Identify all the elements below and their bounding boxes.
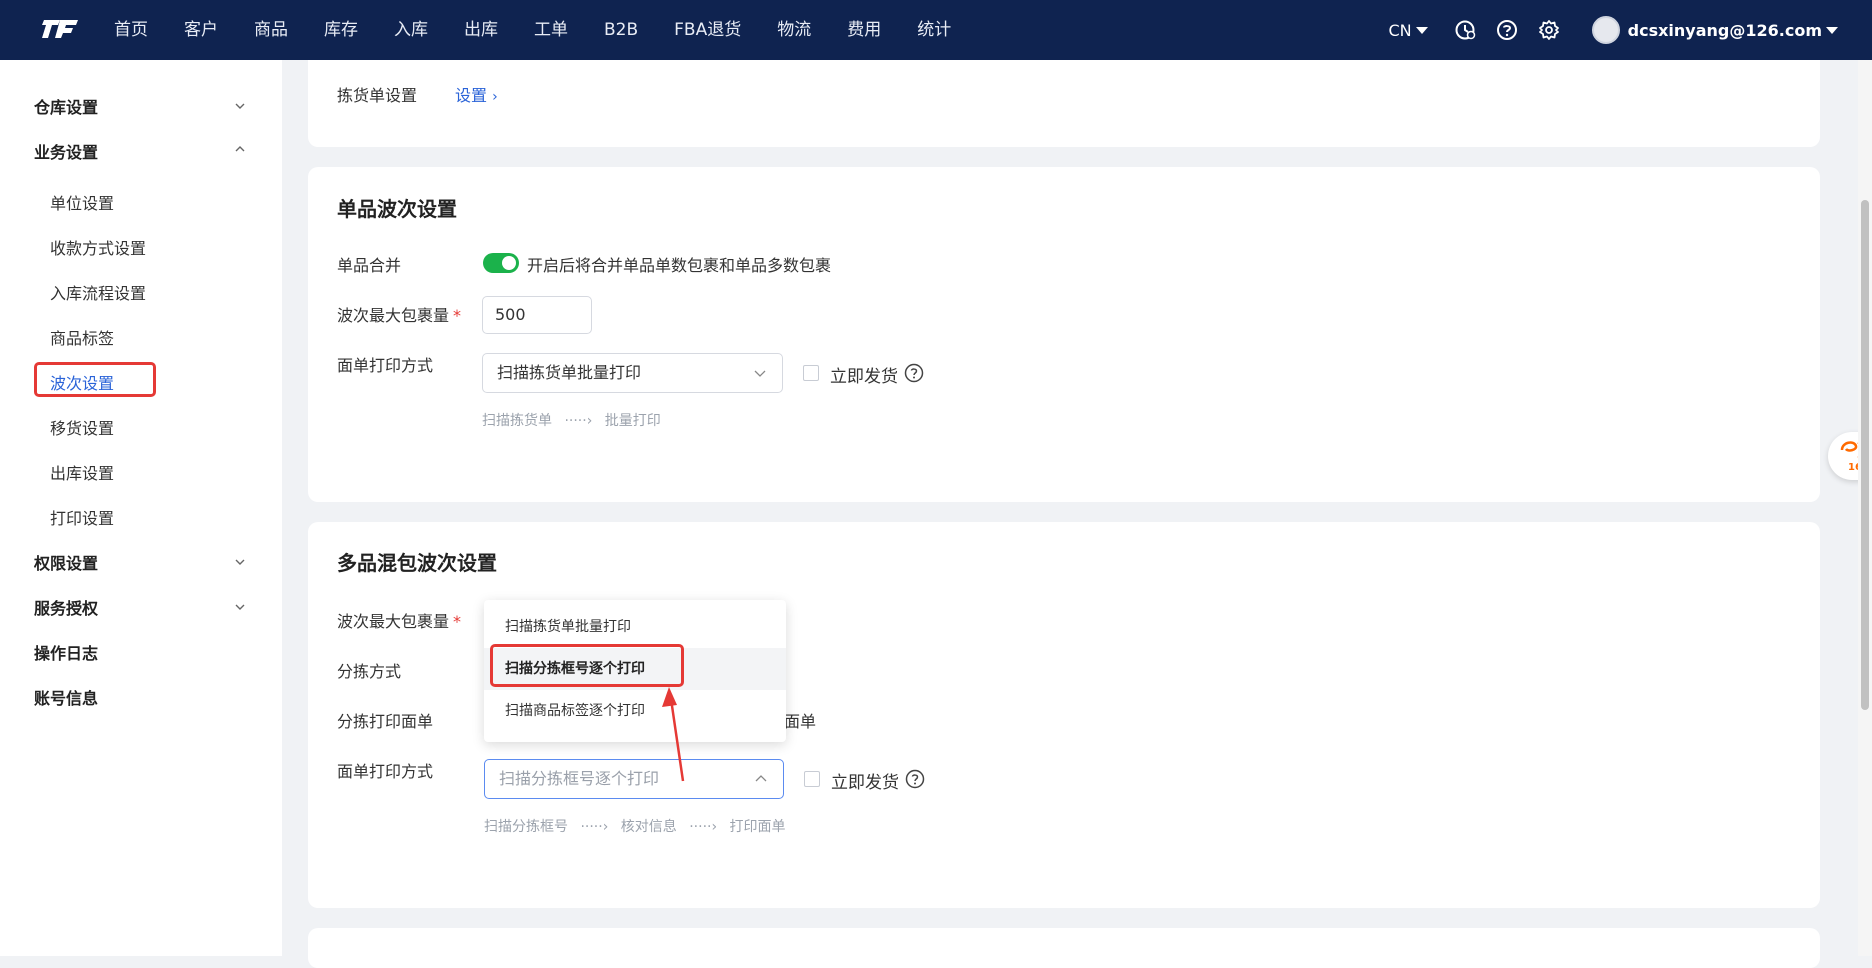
chevron-up-icon — [755, 775, 767, 782]
multi-flow-step-2: 核对信息 — [620, 819, 677, 835]
single-merge-toggle[interactable] — [483, 253, 519, 273]
single-flow-step-2: 批量打印 — [604, 413, 661, 429]
annotation-arrow — [662, 687, 685, 782]
picklist-settings-card: 拣货单设置 设置 › — [308, 60, 1820, 147]
multi-ship-now-label: 立即发货 — [831, 773, 899, 793]
single-max-packages-input[interactable]: 500 — [482, 296, 592, 334]
single-merge-description: 开启后将合并单品单数包裹和单品多数包裹 — [527, 256, 832, 275]
chevron-up-icon — [235, 146, 245, 152]
sidebar-item-outbound-settings[interactable]: 出库设置 — [50, 460, 114, 484]
multi-max-packages-label: 波次最大包裹量 * — [337, 608, 461, 632]
single-max-packages-label: 波次最大包裹量 * — [337, 302, 461, 326]
sidebar-group-warehouse-settings[interactable]: 仓库设置 — [34, 94, 98, 118]
nav-statistics[interactable]: 统计 — [899, 0, 969, 60]
multi-sort-print-tail: 面单 — [784, 712, 817, 731]
nav-outbound[interactable]: 出库 — [446, 0, 516, 60]
multi-flow-step-1: 扫描分拣框号 — [484, 819, 568, 835]
dotted-arrow-icon: ·····› — [580, 819, 609, 835]
sidebar-item-payment-settings[interactable]: 收款方式设置 — [50, 235, 146, 259]
chevron-down-icon — [235, 103, 245, 109]
sidebar-item-unit-settings[interactable]: 单位设置 — [50, 190, 114, 214]
multi-print-method-placeholder: 扫描分拣框号逐个打印 — [499, 769, 660, 788]
chevron-down-icon — [235, 604, 245, 610]
nav-logistics[interactable]: 物流 — [759, 0, 829, 60]
multi-flow-step-3: 打印面单 — [729, 819, 786, 835]
single-ship-now-label: 立即发货 — [830, 367, 898, 387]
nav-workorders[interactable]: 工单 — [516, 0, 586, 60]
highlight-box — [490, 644, 684, 687]
multi-print-method-select[interactable]: 扫描分拣框号逐个打印 — [484, 759, 784, 799]
sidebar-item-inbound-flow-settings[interactable]: 入库流程设置 — [50, 280, 146, 304]
page-scrollbar-thumb[interactable] — [1861, 200, 1869, 710]
dropdown-option[interactable]: 扫描拣货单批量打印 — [484, 606, 786, 648]
chevron-right-icon: › — [492, 89, 498, 105]
sidebar-item-print-settings[interactable]: 打印设置 — [50, 505, 114, 529]
caret-down-icon — [1826, 26, 1838, 34]
sidebar-item-wave-settings[interactable]: 波次设置 — [50, 370, 114, 394]
single-wave-title: 单品波次设置 — [337, 197, 457, 221]
top-navigation-bar: 首页 客户 商品 库存 入库 出库 工单 B2B FBA退货 物流 费用 统计 … — [0, 0, 1872, 60]
help-icon[interactable] — [904, 363, 924, 383]
user-menu[interactable]: dcsxinyang@126.com — [1591, 16, 1838, 44]
multi-flow-hint: 扫描分拣框号 ·····› 核对信息 ·····› 打印面单 — [484, 816, 786, 836]
required-mark: * — [453, 612, 462, 631]
dotted-arrow-icon: ·····› — [689, 819, 718, 835]
sidebar: 仓库设置 业务设置 单位设置 收款方式设置 入库流程设置 商品标签 波次设置 移… — [0, 60, 282, 956]
picklist-label: 拣货单设置 — [337, 86, 418, 105]
app-logo[interactable] — [38, 14, 80, 44]
single-ship-now-checkbox[interactable] — [803, 365, 819, 381]
single-print-method-label: 面单打印方式 — [337, 356, 434, 375]
multi-wave-title: 多品混包波次设置 — [337, 551, 497, 575]
picklist-settings-link[interactable]: 设置 › — [455, 82, 498, 106]
help-icon[interactable] — [1494, 17, 1520, 43]
nav-b2b[interactable]: B2B — [586, 0, 656, 60]
top-right-tools: CN dcsxinyang@126.com — [1389, 0, 1838, 60]
single-flow-step-1: 扫描拣货单 — [482, 413, 552, 429]
next-settings-card — [308, 928, 1820, 968]
nav-fees[interactable]: 费用 — [829, 0, 899, 60]
multi-sort-print-label: 分拣打印面单 — [337, 712, 434, 731]
single-flow-hint: 扫描拣货单 ·····› 批量打印 — [482, 410, 661, 430]
nav-customers[interactable]: 客户 — [166, 0, 236, 60]
multi-max-packages-label-text: 波次最大包裹量 — [337, 612, 450, 631]
language-switcher[interactable]: CN — [1389, 21, 1428, 40]
sidebar-item-move-settings[interactable]: 移货设置 — [50, 415, 114, 439]
user-email: dcsxinyang@126.com — [1627, 20, 1822, 40]
help-icon[interactable] — [905, 769, 925, 789]
picklist-settings-link-label: 设置 — [455, 86, 488, 105]
sidebar-group-account-info[interactable]: 账号信息 — [34, 685, 98, 709]
single-print-method-value: 扫描拣货单批量打印 — [497, 363, 642, 382]
gear-icon[interactable] — [1536, 17, 1562, 43]
clock-icon[interactable] — [1452, 17, 1478, 43]
single-max-packages-label-text: 波次最大包裹量 — [337, 306, 450, 325]
multi-ship-now-checkbox[interactable] — [804, 771, 820, 787]
single-wave-card: 单品波次设置 单品合并 开启后将合并单品单数包裹和单品多数包裹 波次最大包裹量 *… — [308, 167, 1820, 502]
language-label: CN — [1388, 20, 1412, 40]
nav-inbound[interactable]: 入库 — [376, 0, 446, 60]
single-merge-label: 单品合并 — [337, 256, 402, 275]
sidebar-group-service-auth[interactable]: 服务授权 — [34, 595, 98, 619]
nav-products[interactable]: 商品 — [236, 0, 306, 60]
dotted-arrow-icon: ·····› — [564, 413, 593, 429]
required-mark: * — [453, 306, 462, 325]
sidebar-item-product-labels[interactable]: 商品标签 — [50, 325, 114, 349]
dropdown-option[interactable]: 扫描商品标签逐个打印 — [484, 690, 786, 732]
sidebar-group-operation-log[interactable]: 操作日志 — [34, 640, 98, 664]
chevron-down-icon — [235, 559, 245, 565]
avatar — [1591, 16, 1620, 44]
single-print-method-select[interactable]: 扫描拣货单批量打印 — [482, 353, 783, 393]
multi-print-method-label: 面单打印方式 — [337, 762, 434, 781]
nav-fba-returns[interactable]: FBA退货 — [656, 0, 759, 60]
chevron-down-icon — [754, 370, 766, 377]
sidebar-group-permission-settings[interactable]: 权限设置 — [34, 550, 98, 574]
multi-sort-method-label: 分拣方式 — [337, 662, 402, 681]
caret-down-icon — [1415, 26, 1428, 34]
main-nav: 首页 客户 商品 库存 入库 出库 工单 B2B FBA退货 物流 费用 统计 — [96, 0, 969, 60]
nav-inventory[interactable]: 库存 — [306, 0, 376, 60]
sidebar-group-business-settings[interactable]: 业务设置 — [34, 139, 98, 163]
nav-home[interactable]: 首页 — [96, 0, 166, 60]
